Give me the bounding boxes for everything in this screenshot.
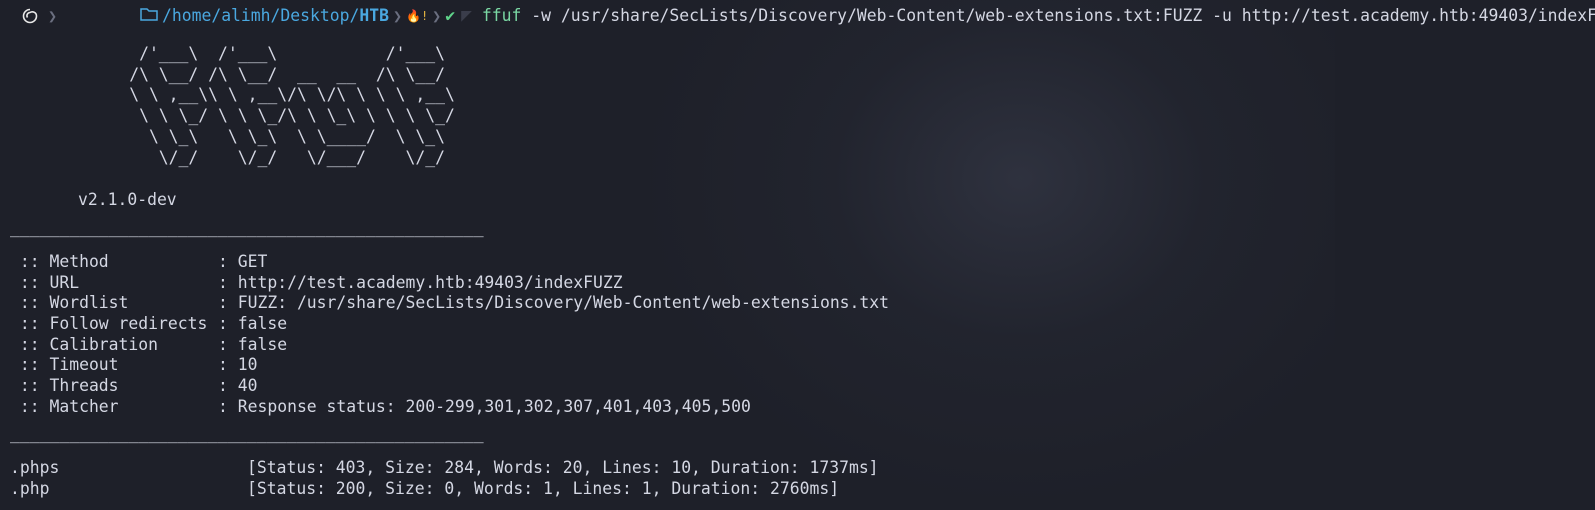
config-value: : 40 [218, 376, 258, 396]
config-value: : false [218, 314, 288, 334]
segment-separator: ❯ [48, 6, 58, 25]
config-key: :: Threads [10, 376, 119, 396]
result-info: [Status: 200, Size: 0, Words: 1, Lines: … [247, 478, 840, 498]
separator-rule: ________________________________________… [10, 424, 484, 443]
config-row: :: URL : http://test.academy.htb:49403/in… [10, 273, 889, 294]
result-name: .phps [10, 458, 60, 477]
config-key: :: Matcher [10, 396, 119, 416]
config-table: :: Method : GET :: URL : http://test.acade… [10, 252, 889, 418]
results-list: .phps [Status: 403, Size: 284, Words: 20,… [10, 458, 879, 499]
folder-icon [61, 0, 158, 47]
config-row: :: Method : GET [10, 252, 889, 273]
debian-icon [8, 5, 44, 27]
config-row: :: Wordlist : FUZZ: /usr/share/SecLists/D… [10, 293, 889, 314]
segment-separator: ❯ [432, 6, 442, 25]
config-key: :: Method [10, 252, 109, 271]
config-key: :: Calibration [10, 334, 159, 354]
config-row: :: Timeout : 10 [10, 355, 889, 376]
config-value: : Response status: 200-299,301,302,307,4… [218, 396, 751, 416]
config-key: :: Follow redirects [10, 314, 208, 334]
version-label: v2.1.0-dev [78, 190, 177, 209]
separator-rule: ________________________________________… [10, 218, 484, 237]
command-name: ffuf [481, 5, 522, 25]
command-line[interactable]: ffuf -w /usr/share/SecLists/Discovery/We… [482, 6, 1595, 27]
git-status-indicator: 🔥! [406, 8, 429, 23]
config-row: :: Follow redirects : false [10, 314, 889, 335]
path-prefix: /home/alimh/Desktop/ [161, 5, 360, 25]
config-key: :: URL [10, 272, 80, 292]
current-directory: /home/alimh/Desktop/HTB [61, 5, 389, 27]
shell-prompt: ❯ /home/alimh/Desktop/HTB ❯ 🔥! ❯ ✔ ◤ ffu… [8, 4, 1595, 28]
command-args: -w /usr/share/SecLists/Discovery/Web-Con… [521, 5, 1595, 25]
ffuf-ascii-banner: /'___\ /'___\ /'___\ /\ \__/ /\ \__/ __ … [129, 44, 455, 167]
config-row: :: Calibration : false [10, 335, 889, 356]
result-info: [Status: 403, Size: 284, Words: 20, Line… [247, 458, 879, 477]
config-row: :: Threads : 40 [10, 376, 889, 397]
segment-separator: ❯ [392, 6, 402, 25]
config-value: : 10 [218, 355, 258, 375]
result-name: .php [10, 478, 50, 498]
path-last-segment: HTB [359, 5, 389, 25]
check-icon: ✔ [445, 5, 456, 25]
config-key: :: Timeout [10, 355, 119, 375]
result-row: .phps [Status: 403, Size: 284, Words: 20,… [10, 458, 879, 479]
config-value: : false [218, 334, 288, 354]
prompt-end-arrow: ◤ [461, 4, 472, 26]
config-value: : http://test.academy.htb:49403/indexFUZ… [218, 272, 623, 292]
config-key: :: Wordlist [10, 293, 129, 313]
config-row: :: Matcher : Response status: 200-299,301… [10, 397, 889, 418]
config-value: : GET [218, 252, 268, 271]
terminal-window[interactable]: ❯ /home/alimh/Desktop/HTB ❯ 🔥! ❯ ✔ ◤ ffu… [0, 0, 1595, 510]
config-value: : FUZZ: /usr/share/SecLists/Discovery/We… [218, 293, 890, 313]
result-row: .php [Status: 200, Size: 0, Words: 1, Lin… [10, 479, 879, 500]
